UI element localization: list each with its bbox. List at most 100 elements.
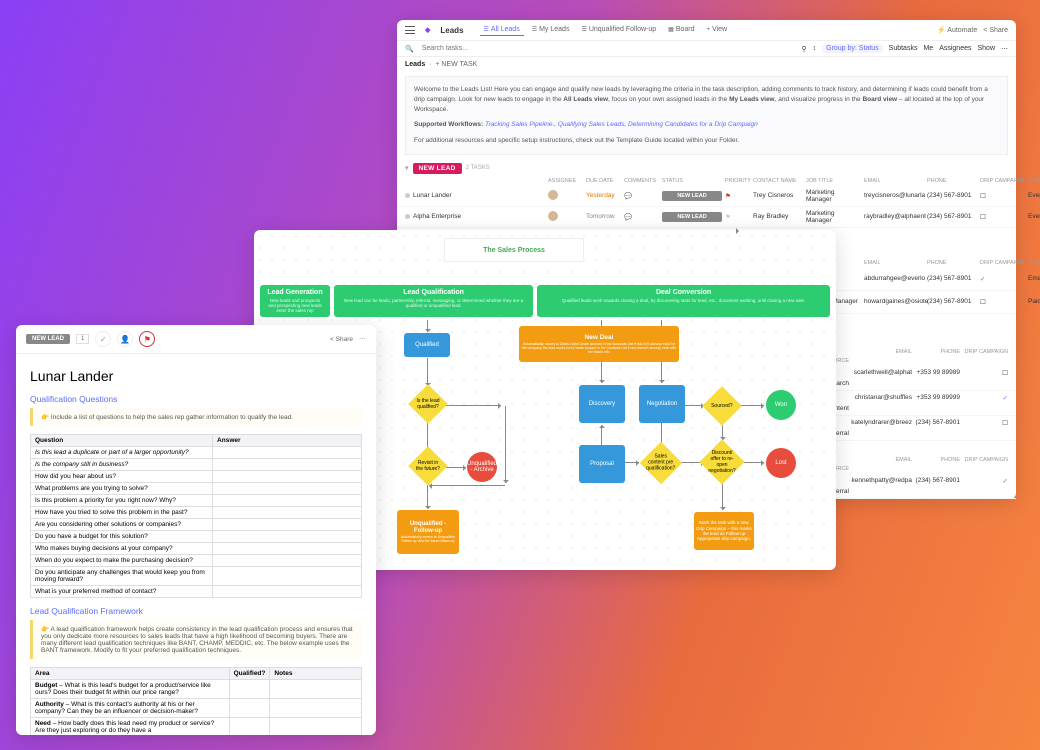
sort-icon[interactable]: ↕ [813,45,817,52]
status-cell[interactable]: NEW LEAD [662,212,722,222]
tab-board[interactable]: ▦Board [664,24,698,36]
automate-button[interactable]: ⚡ Automate [937,26,977,34]
chevron-down-icon[interactable]: ▾ [405,164,409,172]
tab-all-leads[interactable]: ☰All Leads [480,24,524,36]
table-row[interactable]: Lunar Lander Yesterday 💬 NEW LEAD ⚑ Trey… [397,186,1016,207]
topbar-right: ⚡ Automate < Share [937,26,1008,34]
answer-cell[interactable] [213,483,362,495]
filter-icon[interactable]: ⚲ [801,45,806,53]
assignee-cell[interactable] [548,190,583,202]
priority-flag-icon[interactable]: ⚑ [725,192,750,200]
answer-cell[interactable] [213,459,362,471]
phone: (234) 567-8901 [927,275,977,282]
qualified-cell[interactable] [229,680,270,699]
assignees-toggle[interactable]: Assignees [939,45,971,52]
assignee-cell[interactable] [548,211,583,223]
table-row[interactable]: Alpha Enterprise Tomorrow 💬 NEW LEAD ⚑ R… [397,207,1016,228]
drip-checkbox[interactable]: ✓ [1003,477,1008,485]
pin-icon[interactable]: ◆ [425,26,430,34]
node-new-deal[interactable]: New Deal Automatically moves to Deals Li… [519,326,679,362]
decision-content[interactable]: Sales content pre qualification? [640,442,682,484]
answer-cell[interactable] [213,555,362,567]
question-cell: What problems are you trying to solve? [31,483,213,495]
breadcrumb: Leads · + NEW TASK [397,57,1016,72]
answer-cell[interactable] [213,495,362,507]
question-cell: Do you anticipate any challenges that wo… [31,567,213,586]
notes-cell[interactable] [270,718,362,736]
table-row: Budget – What is this lead's budget for … [31,680,362,699]
answer-cell[interactable] [213,543,362,555]
question-cell: When do you expect to make the purchasin… [31,555,213,567]
email: raybradley@alphaent [864,213,924,220]
drip-checkbox[interactable]: ☐ [980,213,1025,221]
menu-icon[interactable] [405,26,415,34]
drip-checkbox[interactable]: ✓ [980,275,1025,283]
doc-title: Lunar Lander [30,368,362,384]
table-row: Is this lead a duplicate or part of a la… [31,447,362,459]
me-toggle[interactable]: Me [923,45,933,52]
answer-cell[interactable] [213,447,362,459]
qualified-cell[interactable] [229,718,270,736]
section-heading: Qualification Questions [30,394,362,404]
status-badge[interactable]: NEW LEAD [26,334,70,344]
answer-cell[interactable] [213,519,362,531]
arrow [441,405,501,406]
workflows-link[interactable]: Tracking Sales Pipeline., Qualifying Sal… [485,121,758,128]
tab-my-leads[interactable]: ☰My Leads [528,24,574,36]
drip-checkbox[interactable]: ☐ [980,192,1025,200]
groupby-pill[interactable]: Group by: Status [822,44,883,53]
node-unq-followup[interactable]: Unqualified - Follow-up Automatically mo… [397,510,459,554]
node-discovery[interactable]: Discovery [579,385,625,423]
drip-checkbox[interactable]: ☐ [1002,369,1008,377]
assignee-icon[interactable]: 👤 [117,331,133,347]
flag-icon[interactable]: ⚑ [139,331,155,347]
arrow [427,485,428,509]
node-lost[interactable]: Lost [766,448,796,478]
status-pill[interactable]: NEW LEAD [413,163,462,174]
answer-cell[interactable] [213,507,362,519]
board-icon: ▦ [668,26,674,33]
comments-cell[interactable]: 💬 [624,192,659,200]
phone: (234) 567-8901 [927,298,977,305]
node-proposal[interactable]: Proposal [579,445,625,483]
decision-qualified[interactable]: Is the lead qualified? [408,384,448,424]
check-icon[interactable]: ✓ [95,331,111,347]
more-icon[interactable]: ⋯ [1001,45,1008,53]
answer-cell[interactable] [213,586,362,598]
drip-checkbox[interactable]: ✓ [1003,394,1008,402]
doc-body: Lunar Lander Qualification Questions 👉 I… [16,354,376,735]
share-button[interactable]: < Share [983,27,1008,34]
search-input[interactable] [422,45,502,52]
drip-checkbox[interactable]: ☐ [980,298,1025,306]
status-cell[interactable]: NEW LEAD [662,191,722,201]
qualified-cell[interactable] [229,699,270,718]
tab-unqualified[interactable]: ☰Unqualified Follow-up [577,24,660,36]
tab-add-view[interactable]: +View [703,24,732,36]
node-won[interactable]: Won [766,390,796,420]
node-unq-archive[interactable]: Unqualified - Archive [467,452,497,482]
comments-cell[interactable]: 💬 [624,213,659,221]
node-qualified[interactable]: Qualified [404,333,450,357]
answer-cell[interactable] [213,471,362,483]
contact-name: Trey Cisneros [753,192,803,199]
subtasks-toggle[interactable]: Subtasks [889,45,918,52]
share-button[interactable]: < Share [330,336,353,343]
notes-cell[interactable] [270,699,362,718]
decision-discount[interactable]: Discount/ offer to re-open negotiation? [699,439,744,484]
answer-cell[interactable] [213,567,362,586]
decision-lapsed[interactable]: Revisit in the future? [408,446,448,486]
email: kennethpatty@redpa [852,477,912,485]
notes-cell[interactable] [270,680,362,699]
contact-name: Ray Bradley [753,213,803,220]
drip-checkbox[interactable]: ☐ [1002,419,1008,427]
show-toggle[interactable]: Show [977,45,995,52]
breadcrumb-newtask[interactable]: NEW TASK [441,61,477,68]
answer-cell[interactable] [213,531,362,543]
priority-flag-icon[interactable]: ⚑ [725,213,750,221]
decision-sourced[interactable]: Sourced? [702,386,742,426]
node-negotiation[interactable]: Negotiation [639,385,685,423]
email: scarlethwell@alphat [854,369,912,377]
node-drip-note[interactable]: Mark the task with a new Drip Campaign –… [694,512,754,550]
question-cell: How have you tried to solve this problem… [31,507,213,519]
more-icon[interactable]: ⋯ [359,335,366,343]
